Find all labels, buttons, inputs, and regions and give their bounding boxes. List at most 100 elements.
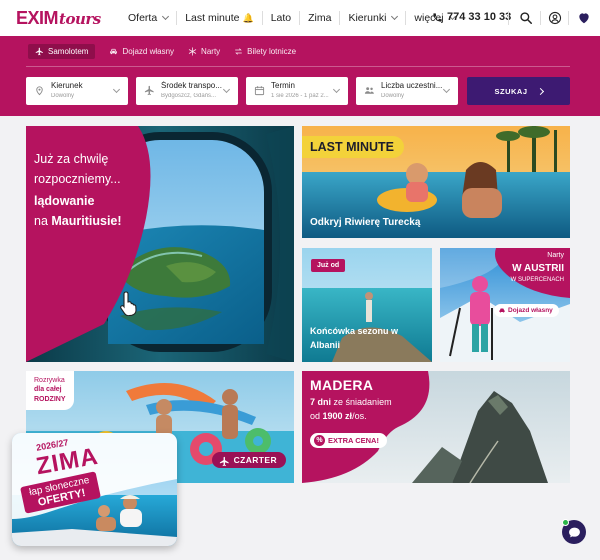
promo-tile-mauritius[interactable]: Już za chwilę rozpoczniemy... lądowanie … (26, 126, 294, 362)
percent-icon: % (314, 435, 325, 446)
last-minute-caption: Odkryj Riwierę Turecką (310, 217, 421, 228)
albania-caption-line-2: Albanii (310, 339, 341, 350)
madera-line-3-bold: 1900 zł (322, 411, 353, 421)
tab-dojazd-wlasny[interactable]: Dojazd własny (109, 44, 174, 59)
austria-transport-pill: Dojazd własny (494, 304, 559, 317)
mauritius-line-3: lądowanie (34, 194, 95, 208)
charter-button-label: CZARTER (233, 455, 277, 465)
header-divider (540, 11, 541, 25)
phone-icon (433, 12, 442, 22)
phone-number: 774 33 10 33 (447, 11, 512, 23)
logo-main-text: EXIM (16, 8, 59, 28)
austria-pill-label: Dojazd własny (508, 307, 553, 314)
nav-zima[interactable]: Zima (300, 11, 341, 25)
tab-dojazd-label: Dojazd własny (122, 47, 175, 56)
heart-icon[interactable] (577, 11, 591, 25)
nav-last-minute[interactable]: Last minute 🔔 (177, 11, 263, 25)
transport-select[interactable]: Środek transpo... Bydgoszcz, Gdańs... (136, 77, 238, 105)
nav-lato-label: Lato (270, 12, 292, 24)
albania-caption-line-1: Końcówka sezonu w (310, 326, 399, 336)
plane-icon (144, 85, 154, 96)
madera-line-3: od 1900 zł/os. (310, 411, 367, 421)
date-value: 1 sie 2026 - 1 paź 2... (271, 93, 329, 99)
tab-bilety-label: Bilety lotnicze (247, 47, 297, 56)
nav-kierunki[interactable]: Kierunki (340, 11, 407, 25)
search-icon[interactable] (519, 11, 533, 25)
albania-caption: Końcówka sezonu w Albanii (310, 325, 398, 352)
zima-popup-banner[interactable]: 2026/27 ZIMA łap słoneczne OFERTY! (12, 433, 177, 546)
calendar-icon (254, 86, 265, 96)
madera-line-2-rest: ze śniadaniem (333, 397, 392, 407)
family-line-2: dla całej (34, 386, 62, 394)
chevron-down-icon (162, 12, 170, 21)
mauritius-line-1: Już za chwilę (34, 152, 109, 166)
search-button-label: SZUKAJ (494, 86, 528, 96)
tab-narty[interactable]: Narty (188, 44, 220, 59)
mauritius-line-4: na Mauritiusie! (34, 214, 122, 228)
nav-kierunki-label: Kierunki (348, 12, 387, 24)
destination-select[interactable]: Kierunek Dowolny (26, 77, 128, 105)
tab-samolotem-label: Samolotem (48, 47, 89, 56)
family-line-1: Rozrywka (34, 377, 65, 384)
last-minute-badge: LAST MINUTE (302, 136, 405, 158)
online-status-dot (562, 519, 569, 526)
bell-icon: 🔔 (242, 12, 254, 23)
tab-narty-label: Narty (201, 47, 221, 56)
search-button[interactable]: SZUKAJ (467, 77, 570, 105)
chevron-down-icon (391, 12, 399, 21)
transport-tabs: Samolotem Dojazd własny Narty Bilety lot… (28, 44, 296, 59)
swap-icon (235, 48, 243, 55)
pointer-hand-icon (120, 291, 137, 316)
phone-link[interactable]: 774 33 10 33 (432, 11, 511, 23)
transport-value: Bydgoszcz, Gdańs... (161, 93, 217, 99)
extra-price-label: EXTRA CENA! (328, 436, 379, 445)
family-tag: Rozrywka dla całej RODZINY (26, 371, 74, 411)
promo-tile-albania[interactable]: Już od Końcówka sezonu w Albanii (302, 248, 432, 362)
tabs-divider (26, 66, 570, 67)
chat-icon (568, 527, 580, 537)
user-icon[interactable] (548, 11, 562, 25)
madera-line-3-post: /os. (352, 411, 367, 421)
car-icon (110, 48, 118, 55)
header-divider (508, 11, 509, 25)
plane-icon (219, 456, 229, 467)
madera-line-2: 7 dni ze śniadaniem (310, 397, 392, 407)
people-icon (364, 87, 374, 94)
albania-price-badge: Już od (311, 259, 346, 272)
nav-last-minute-label: Last minute (185, 12, 240, 24)
austria-line-2: W AUSTRII (512, 263, 564, 274)
extra-price-button[interactable]: % EXTRA CENA! (310, 433, 387, 448)
snowflake-icon (188, 47, 197, 56)
main-nav: Oferta Last minute 🔔 Lato Zima Kierunki w… (120, 0, 463, 36)
austria-line-3: W SUPERCENACH (510, 277, 564, 283)
mauritius-line-2: rozpoczniemy... (34, 172, 121, 186)
charter-button[interactable]: CZARTER (211, 452, 286, 468)
logo-sub-text: tours (59, 10, 101, 28)
madera-line-2-bold: 7 dni (310, 397, 332, 407)
nav-oferta[interactable]: Oferta (120, 11, 178, 25)
destination-value: Dowolny (51, 93, 75, 99)
promo-tile-austria-ski[interactable]: Narty W AUSTRII W SUPERCENACH Dojazd wła… (440, 248, 570, 362)
madera-line-3-pre: od (310, 411, 321, 421)
car-icon (499, 308, 505, 313)
promo-tile-madera[interactable]: MADERA 7 dni ze śniadaniem od 1900 zł/os… (302, 371, 570, 483)
plane-icon (35, 47, 43, 56)
nav-oferta-label: Oferta (128, 12, 158, 24)
mauritius-line-4-bold: Mauritiusie! (51, 214, 122, 228)
exim-tours-logo[interactable]: EXIM tours (16, 8, 101, 29)
chevron-right-icon (536, 87, 544, 95)
nav-zima-label: Zima (308, 12, 332, 24)
promo-tile-last-minute[interactable]: LAST MINUTE Odkryj Riwierę Turecką (302, 126, 570, 238)
location-pin-icon (36, 86, 43, 96)
top-header: EXIM tours Oferta Last minute 🔔 Lato Zima … (0, 0, 600, 36)
madera-title: MADERA (310, 377, 374, 393)
tab-bilety-lotnicze[interactable]: Bilety lotnicze (234, 44, 296, 59)
participants-select[interactable]: Liczba uczestni... Dowolny (356, 77, 458, 105)
family-line-3: RODZINY (34, 395, 66, 403)
tab-samolotem[interactable]: Samolotem (28, 44, 96, 59)
date-select[interactable]: Termin 1 sie 2026 - 1 paź 2... (246, 77, 348, 105)
mauritius-line-4-pre: na (34, 214, 48, 228)
nav-lato[interactable]: Lato (263, 11, 301, 25)
header-divider (568, 11, 569, 25)
participants-value: Dowolny (381, 93, 405, 99)
